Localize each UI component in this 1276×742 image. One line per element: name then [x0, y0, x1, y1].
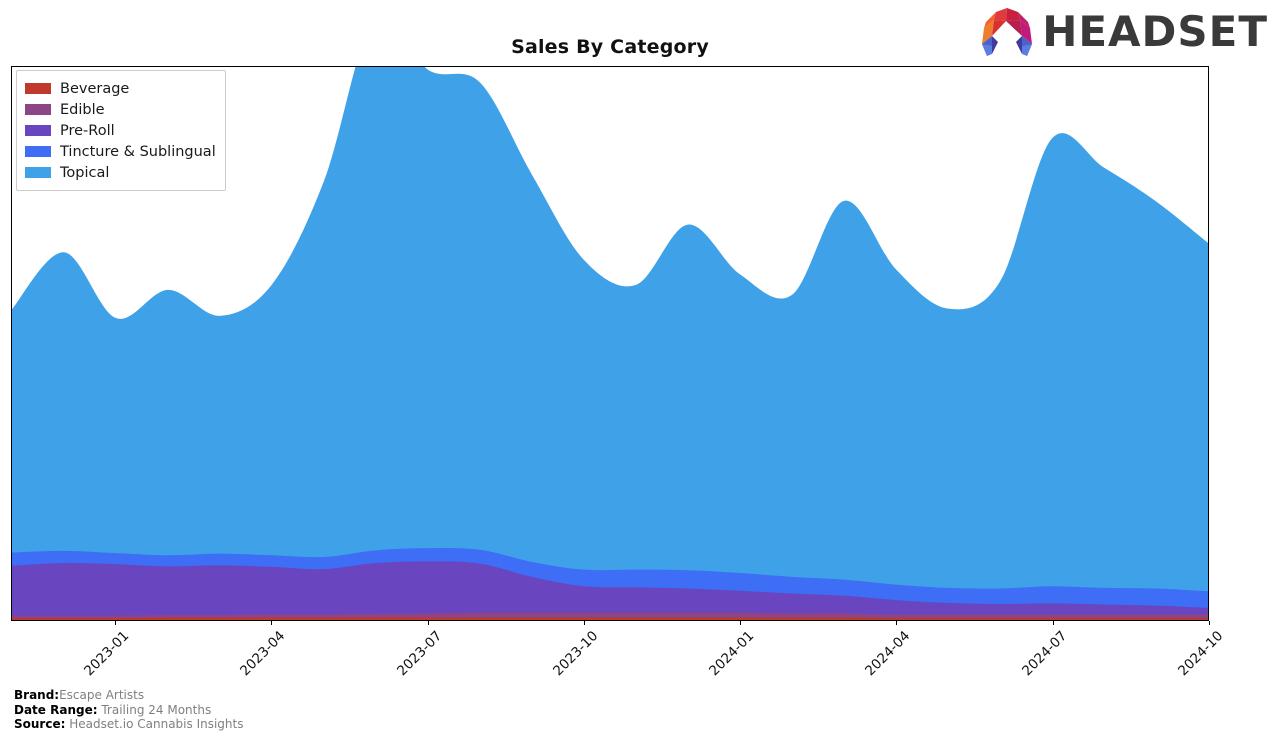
x-axis-tick-label: 2024-07 — [1018, 628, 1071, 680]
x-axis: 2023-01 2023-04 2023-07 2023-10 2024-01 2024-… — [11, 621, 1226, 691]
legend-label-topical: Topical — [60, 164, 110, 181]
x-axis-tick-mark — [896, 621, 898, 625]
footer-brand-key: Brand: — [14, 688, 60, 702]
x-axis-tick-label: 2024-01 — [706, 628, 758, 680]
legend-item[interactable]: Edible — [25, 99, 216, 120]
legend-swatch-topical — [25, 167, 51, 178]
legend-swatch-beverage — [25, 83, 51, 94]
legend-label-pre-roll: Pre-Roll — [60, 122, 115, 139]
chart-header: Sales By Category HEADSET — [0, 0, 1276, 66]
legend-item[interactable]: Pre-Roll — [25, 120, 216, 141]
x-axis-tick-mark — [1209, 621, 1210, 625]
x-axis-tick-mark — [115, 621, 117, 625]
legend-item[interactable]: Beverage — [25, 78, 216, 99]
x-axis-tick-mark — [1052, 621, 1054, 625]
x-axis-tick-mark — [583, 621, 585, 625]
legend-label-beverage: Beverage — [60, 80, 130, 97]
x-axis-tick-mark — [427, 621, 429, 625]
x-axis-tick-label: 2023-07 — [393, 628, 446, 680]
footer-date-range-value: Trailing 24 Months — [101, 702, 212, 717]
legend-item[interactable]: Tincture & Sublingual — [25, 141, 216, 162]
x-axis-tick-mark — [271, 621, 273, 625]
x-axis-tick-mark — [740, 621, 742, 625]
headset-logo-icon — [982, 8, 1033, 56]
x-axis-tick-label: 2024-10 — [1175, 628, 1227, 680]
footer-source-value: Headset.io Cannabis Insights — [69, 717, 244, 731]
legend-label-tincture-sublingual: Tincture & Sublingual — [60, 143, 216, 160]
headset-brand-logo: HEADSET — [978, 6, 1268, 58]
chart-footer: Brand:Escape Artists Date Range: Trailin… — [14, 688, 243, 732]
legend-label-edible: Edible — [60, 101, 105, 118]
x-axis-tick-label: 2024-04 — [862, 628, 914, 680]
x-axis-tick-label: 2023-04 — [237, 628, 289, 680]
brand-wordmark: HEADSET — [1042, 7, 1268, 56]
chart-legend: Beverage Edible Pre-Roll Tincture & Subl… — [16, 70, 226, 191]
footer-date-range-key: Date Range: — [14, 702, 98, 717]
footer-brand-row: Brand:Escape Artists — [14, 688, 243, 703]
footer-source-key: Source: — [14, 717, 66, 731]
footer-brand-value: Escape Artists — [59, 688, 145, 702]
legend-swatch-tincture-sublingual — [25, 146, 51, 157]
legend-item[interactable]: Topical — [25, 162, 216, 183]
legend-swatch-pre-roll — [25, 125, 51, 136]
footer-date-range-row: Date Range: Trailing 24 Months — [14, 703, 243, 718]
legend-swatch-edible — [25, 104, 51, 115]
x-axis-tick-label: 2023-10 — [550, 628, 602, 680]
footer-source-row: Source: Headset.io Cannabis Insights — [14, 717, 243, 732]
x-axis-tick-label: 2023-01 — [81, 628, 133, 680]
